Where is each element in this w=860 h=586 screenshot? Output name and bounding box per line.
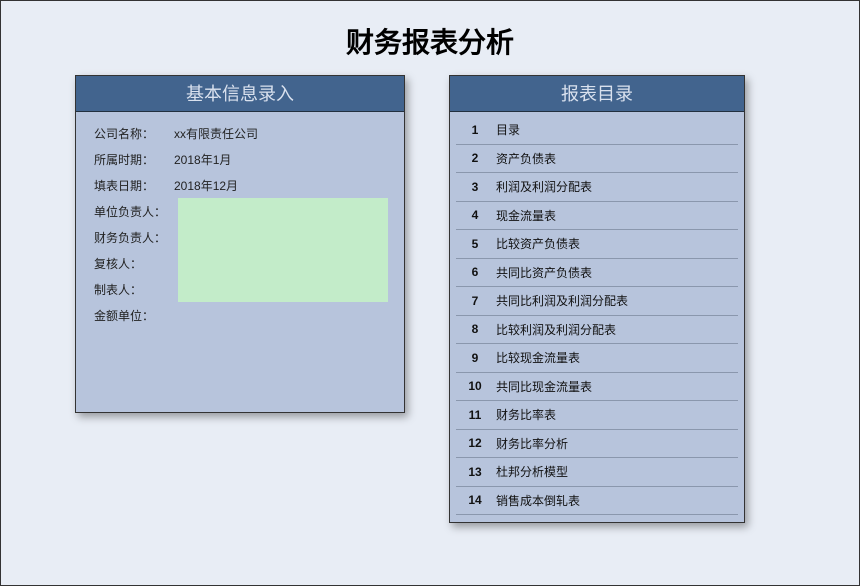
basic-info-header: 基本信息录入 <box>76 76 404 112</box>
info-label: 复核人： <box>86 255 170 272</box>
toc-row[interactable]: 7 共同比利润及利润分配表 <box>456 287 738 316</box>
basic-info-body: 公司名称： xx有限责任公司 所属时期： 2018年1月 填表日期： 2018年… <box>76 112 404 336</box>
info-row-filldate: 填表日期： 2018年12月 <box>86 172 394 198</box>
toc-row[interactable]: 10 共同比现金流量表 <box>456 373 738 402</box>
info-row-finance-leader: 财务负责人： <box>86 224 394 250</box>
toc-row[interactable]: 13 杜邦分析模型 <box>456 458 738 487</box>
toc-row[interactable]: 3 利润及利润分配表 <box>456 173 738 202</box>
toc-row[interactable]: 11 财务比率表 <box>456 401 738 430</box>
info-label: 金额单位： <box>86 307 170 324</box>
basic-info-panel: 基本信息录入 公司名称： xx有限责任公司 所属时期： 2018年1月 填表日期… <box>75 75 405 413</box>
toc-row[interactable]: 14 销售成本倒轧表 <box>456 487 738 516</box>
toc-panel: 报表目录 1 目录 2 资产负债表 3 利润及利润分配表 4 现金流量表 <box>449 75 745 523</box>
toc-label: 比较现金流量表 <box>494 349 738 366</box>
info-label: 填表日期： <box>86 177 170 194</box>
toc-num: 1 <box>456 123 494 137</box>
info-row-reviewer: 复核人： <box>86 250 394 276</box>
toc-row[interactable]: 4 现金流量表 <box>456 202 738 231</box>
toc-row[interactable]: 9 比较现金流量表 <box>456 344 738 373</box>
green-input-block: 单位负责人： 财务负责人： 复核人： 制表人： <box>86 198 394 302</box>
toc-row[interactable]: 6 共同比资产负债表 <box>456 259 738 288</box>
toc-num: 4 <box>456 208 494 222</box>
toc-label: 杜邦分析模型 <box>494 463 738 480</box>
toc-label: 共同比现金流量表 <box>494 378 738 395</box>
info-value[interactable]: xx有限责任公司 <box>170 125 394 142</box>
toc-num: 11 <box>456 408 494 422</box>
toc-num: 14 <box>456 493 494 507</box>
info-row-preparer: 制表人： <box>86 276 394 302</box>
info-label: 公司名称： <box>86 125 170 142</box>
toc-num: 9 <box>456 351 494 365</box>
info-label: 制表人： <box>86 281 170 298</box>
info-value[interactable]: 2018年1月 <box>170 151 394 168</box>
toc-num: 6 <box>456 265 494 279</box>
toc-header: 报表目录 <box>450 76 744 112</box>
toc-label: 目录 <box>494 121 738 138</box>
toc-num: 7 <box>456 294 494 308</box>
info-row-period: 所属时期： 2018年1月 <box>86 146 394 172</box>
info-label: 财务负责人： <box>86 229 170 246</box>
info-label: 单位负责人： <box>86 203 170 220</box>
info-row-company: 公司名称： xx有限责任公司 <box>86 120 394 146</box>
toc-row[interactable]: 5 比较资产负债表 <box>456 230 738 259</box>
info-row-unit-leader: 单位负责人： <box>86 198 394 224</box>
toc-label: 销售成本倒轧表 <box>494 492 738 509</box>
info-label: 所属时期： <box>86 151 170 168</box>
page-title: 财务报表分析 <box>1 1 859 75</box>
info-value[interactable]: 2018年12月 <box>170 177 394 194</box>
toc-label: 财务比率表 <box>494 406 738 423</box>
toc-num: 10 <box>456 379 494 393</box>
toc-label: 比较资产负债表 <box>494 235 738 252</box>
toc-num: 3 <box>456 180 494 194</box>
toc-row[interactable]: 8 比较利润及利润分配表 <box>456 316 738 345</box>
toc-num: 5 <box>456 237 494 251</box>
toc-label: 利润及利润分配表 <box>494 178 738 195</box>
panels-container: 基本信息录入 公司名称： xx有限责任公司 所属时期： 2018年1月 填表日期… <box>1 75 859 523</box>
toc-num: 8 <box>456 322 494 336</box>
info-row-currency-unit: 金额单位： <box>86 302 394 328</box>
toc-num: 13 <box>456 465 494 479</box>
toc-label: 财务比率分析 <box>494 435 738 452</box>
toc-row[interactable]: 1 目录 <box>456 116 738 145</box>
toc-body: 1 目录 2 资产负债表 3 利润及利润分配表 4 现金流量表 5 比较资产 <box>450 112 744 521</box>
toc-label: 现金流量表 <box>494 207 738 224</box>
toc-label: 资产负债表 <box>494 150 738 167</box>
page: 财务报表分析 基本信息录入 公司名称： xx有限责任公司 所属时期： 2018年… <box>0 0 860 586</box>
toc-row[interactable]: 12 财务比率分析 <box>456 430 738 459</box>
toc-row[interactable]: 2 资产负债表 <box>456 145 738 174</box>
toc-num: 12 <box>456 436 494 450</box>
toc-label: 共同比资产负债表 <box>494 264 738 281</box>
toc-num: 2 <box>456 151 494 165</box>
toc-label: 共同比利润及利润分配表 <box>494 292 738 309</box>
toc-label: 比较利润及利润分配表 <box>494 321 738 338</box>
